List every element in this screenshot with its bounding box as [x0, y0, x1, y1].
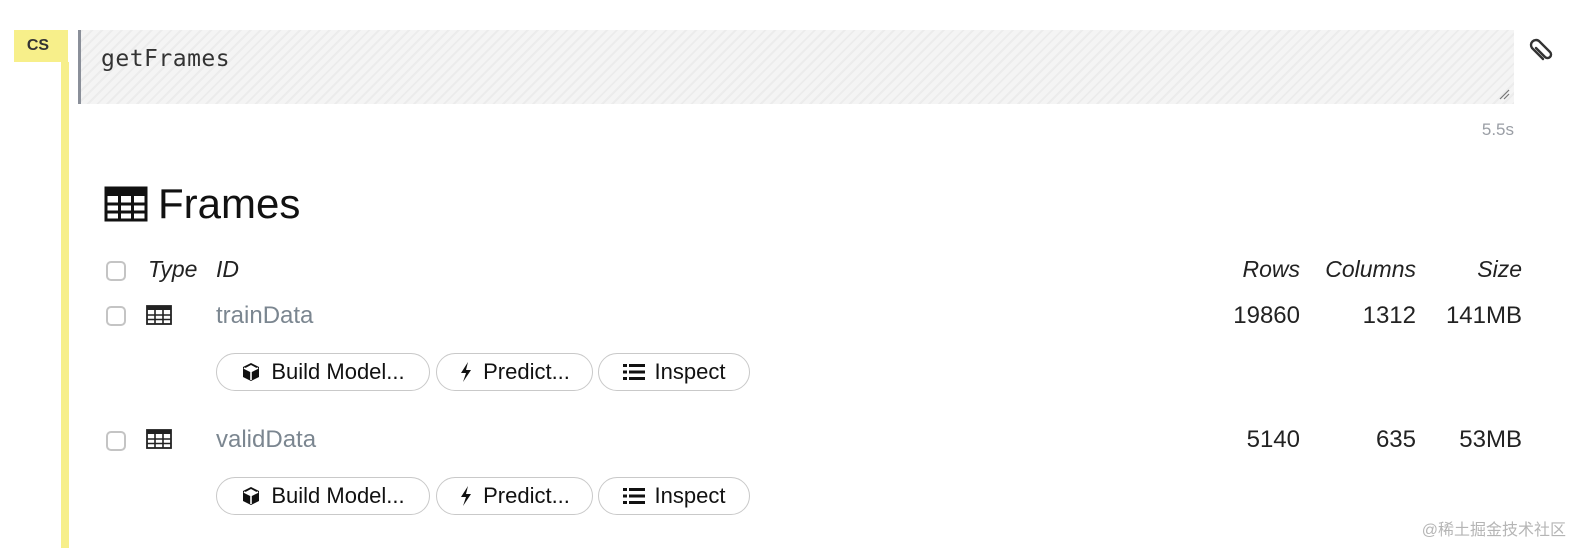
frame-id-link[interactable]: trainData — [216, 302, 313, 330]
frame-columns: 635 — [1375, 426, 1416, 453]
table-icon — [146, 429, 172, 449]
row-checkbox[interactable] — [106, 306, 126, 326]
paperclip-icon[interactable] — [1528, 36, 1556, 66]
frame-rows: 5140 — [1246, 426, 1300, 453]
table-icon — [104, 186, 148, 222]
frame-id-link[interactable]: validData — [216, 426, 316, 454]
predict-button[interactable]: Predict... — [436, 477, 593, 515]
column-header-rows: Rows — [1242, 256, 1300, 282]
bolt-icon — [461, 362, 472, 382]
table-icon — [146, 305, 172, 325]
inspect-label: Inspect — [654, 359, 726, 384]
code-text[interactable]: getFrames — [101, 46, 230, 72]
predict-button[interactable]: Predict... — [436, 353, 593, 391]
frame-rows: 19860 — [1233, 302, 1300, 329]
build-model-button[interactable]: Build Model... — [216, 353, 430, 391]
row-checkbox[interactable] — [106, 431, 126, 451]
frames-heading: Frames — [104, 180, 300, 228]
frame-size: 53MB — [1459, 426, 1522, 453]
build-model-button[interactable]: Build Model... — [216, 477, 430, 515]
cube-icon — [243, 487, 260, 505]
code-input[interactable]: getFrames — [78, 30, 1514, 104]
inspect-label: Inspect — [654, 483, 726, 508]
frames-title: Frames — [158, 180, 301, 227]
elapsed-time: 5.5s — [1481, 120, 1514, 139]
bolt-icon — [461, 486, 472, 506]
predict-label: Predict... — [483, 483, 570, 508]
cube-icon — [243, 363, 260, 381]
predict-label: Predict... — [483, 359, 570, 384]
column-header-id: ID — [216, 256, 239, 282]
cell-type-badge[interactable]: CS — [14, 30, 68, 62]
flow-notebook-cell: CS getFrames 5.5s Frames Type ID Rows Co… — [0, 0, 1586, 548]
select-all-checkbox[interactable] — [106, 261, 126, 281]
resize-handle-icon[interactable] — [1498, 88, 1510, 100]
cell-selection-bar — [61, 62, 69, 548]
list-icon — [622, 364, 645, 380]
build-model-label: Build Model... — [271, 359, 405, 384]
inspect-button[interactable]: Inspect — [598, 477, 750, 515]
build-model-label: Build Model... — [271, 483, 405, 508]
frame-columns: 1312 — [1362, 302, 1416, 329]
list-icon — [622, 488, 645, 504]
inspect-button[interactable]: Inspect — [598, 353, 750, 391]
column-header-columns: Columns — [1325, 256, 1416, 282]
column-header-type: Type — [148, 256, 198, 282]
watermark: @稀土掘金技术社区 — [1421, 522, 1566, 539]
frame-size: 141MB — [1445, 302, 1522, 329]
column-header-size: Size — [1477, 256, 1522, 282]
